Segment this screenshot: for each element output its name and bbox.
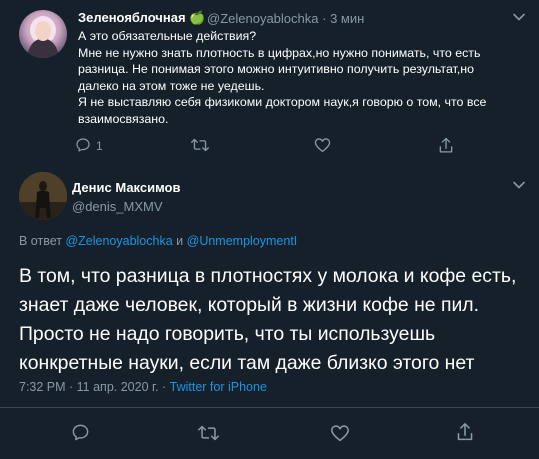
author-handle-line: @Zelenoyablochka · 3 мин — [207, 11, 364, 26]
mention-link[interactable]: @UnmemploymentI — [187, 234, 298, 248]
tweet-text-line: Я не выставляю себя физикоми доктором на… — [78, 95, 487, 126]
reply-prefix: В ответ — [19, 234, 62, 248]
apple-emoji-icon: 🍏 — [189, 10, 206, 25]
author-handle[interactable]: @Zelenoyablochka — [207, 11, 318, 26]
share-icon — [439, 137, 453, 153]
display-name[interactable]: Денис Максимов — [72, 180, 181, 195]
tweet-text: В том, что разница в плотностях у молока… — [19, 265, 517, 374]
tweet-text: А это обязательные действия? Мне не нужн… — [78, 28, 518, 128]
share-button[interactable] — [438, 137, 454, 154]
mention-link[interactable]: @Zelenoyablochka — [65, 234, 172, 248]
reply-icon — [76, 138, 90, 152]
chevron-down-icon[interactable] — [512, 10, 526, 24]
like-button[interactable] — [314, 137, 331, 153]
chevron-down-icon[interactable] — [512, 178, 526, 192]
source-link[interactable]: Twitter for iPhone — [170, 380, 267, 394]
avatar[interactable] — [19, 10, 67, 58]
reply-conjunction: и — [176, 234, 184, 248]
separator: · — [322, 11, 327, 26]
retweet-icon — [191, 138, 209, 152]
reply-count: 1 — [96, 139, 103, 153]
reply-icon — [72, 424, 89, 441]
retweet-button[interactable] — [191, 137, 209, 153]
share-button[interactable] — [456, 422, 474, 442]
avatar[interactable] — [19, 172, 67, 220]
tweet-time[interactable]: 3 мин — [330, 11, 364, 26]
author-name[interactable]: Зеленояблочная 🍏 — [78, 10, 205, 26]
tweet-meta: 7:32 PM · 11 апр. 2020 г. · Twitter for … — [19, 380, 267, 394]
divider — [0, 407, 539, 408]
share-icon — [457, 423, 473, 441]
like-button[interactable] — [330, 424, 350, 442]
reply-context: В ответ @Zelenoyablochka и @Unmemploymen… — [19, 234, 297, 248]
tweet-timestamp[interactable]: 7:32 PM · 11 апр. 2020 г. · — [19, 380, 170, 394]
reply-button[interactable] — [75, 137, 91, 153]
heart-icon — [314, 138, 331, 153]
heart-icon — [331, 425, 349, 442]
display-name[interactable]: Зеленояблочная — [78, 10, 186, 25]
reply-button[interactable] — [71, 423, 90, 442]
author-handle[interactable]: @denis_MXMV — [72, 199, 163, 214]
retweet-button[interactable] — [198, 424, 219, 442]
tweet-text-line: А это обязательные действия? — [78, 29, 257, 43]
retweet-icon — [198, 425, 219, 441]
tweet-text-line: Мне не нужно знать плотность в цифрах,но… — [78, 45, 481, 93]
